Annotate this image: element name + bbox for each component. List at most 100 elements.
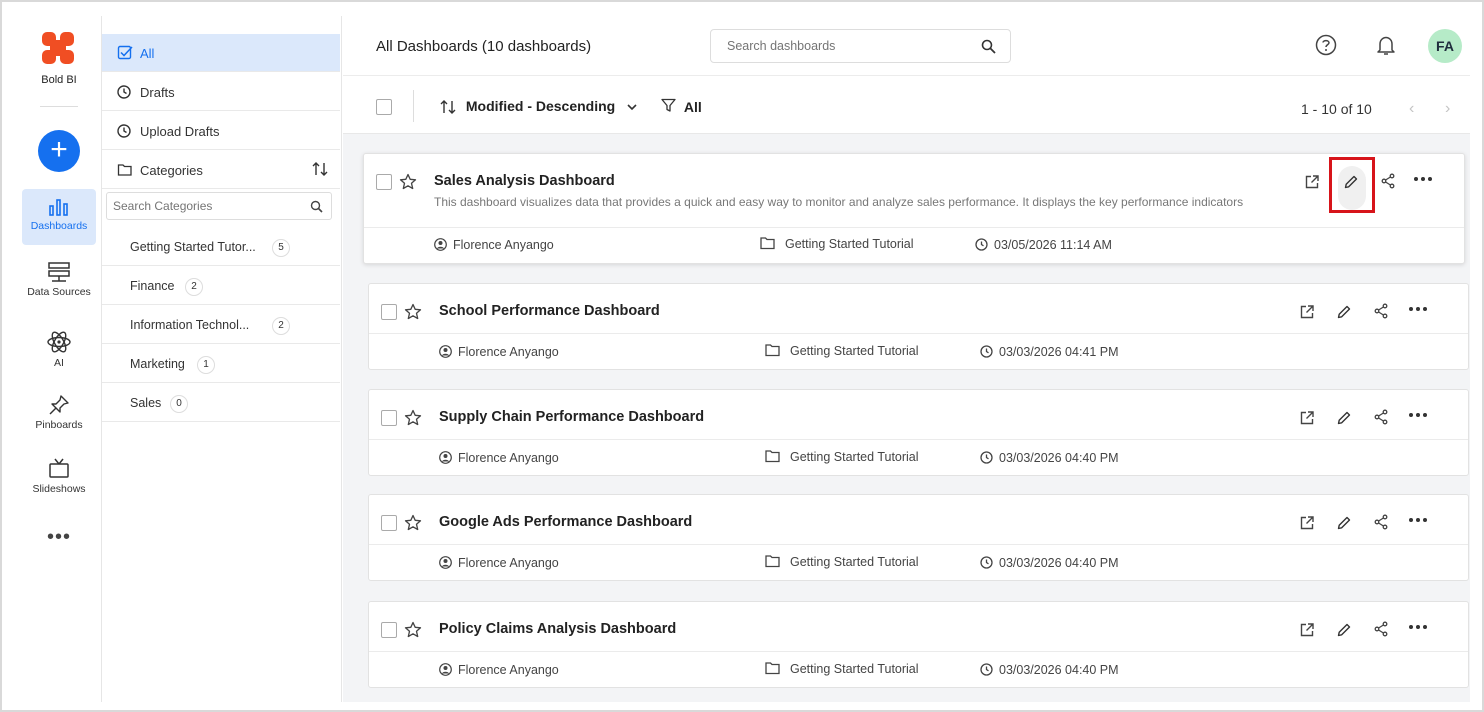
select-all-checkbox[interactable] (376, 99, 392, 115)
search-icon[interactable] (981, 39, 996, 54)
clock-icon (117, 124, 131, 138)
more-options-icon[interactable] (1408, 624, 1428, 630)
user-icon (439, 345, 452, 358)
sort-dropdown[interactable]: Modified - Descending (440, 98, 639, 115)
dashboard-owner: Florence Anyango (439, 663, 559, 677)
category-item-label: Sales (130, 396, 162, 410)
folder-icon (117, 164, 132, 176)
previous-page-button[interactable]: ‹ (1409, 100, 1414, 118)
bar-chart-icon (49, 199, 68, 216)
dashboard-card[interactable]: Supply Chain Performance Dashboard Flore… (368, 389, 1469, 476)
share-icon[interactable] (1380, 173, 1396, 189)
star-icon[interactable] (404, 514, 422, 532)
dashboard-card[interactable]: Sales Analysis Dashboard This dashboard … (363, 153, 1465, 264)
category-panel: All Drafts Upload Drafts Categories Sear… (102, 16, 342, 702)
category-count-badge: 0 (170, 395, 188, 413)
edit-pencil-icon[interactable] (1336, 515, 1352, 531)
more-options-icon[interactable] (1408, 412, 1428, 418)
categories-header: Categories (102, 151, 340, 189)
dashboard-modified: 03/03/2026 04:40 PM (980, 556, 1119, 570)
dashboard-title[interactable]: School Performance Dashboard (439, 303, 660, 319)
more-options-icon[interactable] (1413, 176, 1433, 182)
clock-icon (117, 85, 131, 99)
user-avatar[interactable]: FA (1428, 29, 1462, 63)
list-toolbar: Modified - Descending All 1 - 10 of 10 ‹… (343, 76, 1470, 134)
open-external-icon[interactable] (1299, 410, 1315, 426)
category-item[interactable]: Information Technol... 2 (102, 305, 340, 344)
category-item[interactable]: Marketing 1 (102, 344, 340, 383)
nav-item-pinboards[interactable]: Pinboards (22, 386, 96, 442)
nav-item-slideshows[interactable]: Slideshows (22, 450, 96, 506)
dashboard-owner: Florence Anyango (439, 556, 559, 570)
sort-icon[interactable] (312, 161, 328, 177)
filter-all[interactable]: All (102, 34, 340, 72)
dashboard-category: Getting Started Tutorial (765, 449, 919, 464)
more-nav-button[interactable]: ••• (16, 526, 102, 549)
dashboard-modified: 03/03/2026 04:40 PM (980, 451, 1119, 465)
user-icon (439, 556, 452, 569)
edit-pencil-icon[interactable] (1343, 174, 1359, 190)
nav-item-data-sources[interactable]: Data Sources (22, 253, 96, 309)
dashboard-search-input[interactable] (711, 30, 961, 62)
dashboard-owner: Florence Anyango (439, 345, 559, 359)
dashboard-card[interactable]: School Performance Dashboard Florence An… (368, 283, 1469, 370)
bell-icon[interactable] (1375, 34, 1397, 56)
share-icon[interactable] (1373, 621, 1389, 637)
more-options-icon[interactable] (1408, 306, 1428, 312)
filter-upload-drafts[interactable]: Upload Drafts (102, 112, 340, 150)
help-icon[interactable] (1315, 34, 1337, 56)
dashboard-checkbox[interactable] (376, 174, 392, 190)
category-search[interactable] (106, 192, 332, 220)
dashboard-title[interactable]: Supply Chain Performance Dashboard (439, 409, 704, 425)
owner-name: Florence Anyango (458, 345, 559, 359)
edit-pencil-icon[interactable] (1336, 410, 1352, 426)
filter-drafts[interactable]: Drafts (102, 73, 340, 111)
filter-dropdown[interactable]: All (661, 98, 702, 115)
category-search-input[interactable] (107, 193, 297, 219)
user-icon (439, 451, 452, 464)
open-external-icon[interactable] (1299, 515, 1315, 531)
next-page-button[interactable]: › (1445, 100, 1450, 118)
dashboard-modified: 03/03/2026 04:41 PM (980, 345, 1119, 359)
bold-bi-logo[interactable] (40, 30, 76, 66)
category-item[interactable]: Finance 2 (102, 266, 340, 305)
open-external-icon[interactable] (1299, 622, 1315, 638)
category-item-label: Marketing (130, 357, 185, 371)
star-icon[interactable] (404, 621, 422, 639)
dashboard-title[interactable]: Sales Analysis Dashboard (434, 173, 615, 189)
clock-icon (980, 556, 993, 569)
dashboard-title[interactable]: Policy Claims Analysis Dashboard (439, 621, 676, 637)
edit-pencil-icon[interactable] (1336, 304, 1352, 320)
category-item[interactable]: Sales 0 (102, 383, 340, 422)
share-icon[interactable] (1373, 303, 1389, 319)
open-external-icon[interactable] (1304, 174, 1320, 190)
share-icon[interactable] (1373, 514, 1389, 530)
nav-item-dashboards[interactable]: Dashboards (22, 189, 96, 245)
dashboard-checkbox[interactable] (381, 622, 397, 638)
dashboard-checkbox[interactable] (381, 410, 397, 426)
dashboard-checkbox[interactable] (381, 304, 397, 320)
owner-name: Florence Anyango (458, 451, 559, 465)
dashboard-card[interactable]: Google Ads Performance Dashboard Florenc… (368, 494, 1469, 581)
category-count-badge: 1 (197, 356, 215, 374)
share-icon[interactable] (1373, 409, 1389, 425)
filter-upload-drafts-label: Upload Drafts (140, 124, 220, 139)
dashboard-search[interactable] (710, 29, 1011, 63)
nav-item-ai[interactable]: AI (22, 322, 96, 378)
dashboard-owner: Florence Anyango (434, 238, 554, 252)
create-new-button[interactable]: + (38, 130, 80, 172)
open-external-icon[interactable] (1299, 304, 1315, 320)
clock-icon (980, 451, 993, 464)
rail-divider (40, 106, 78, 107)
star-icon[interactable] (404, 409, 422, 427)
edit-pencil-icon[interactable] (1336, 622, 1352, 638)
star-icon[interactable] (404, 303, 422, 321)
category-item[interactable]: Getting Started Tutor... 5 (102, 227, 340, 266)
dashboard-checkbox[interactable] (381, 515, 397, 531)
more-options-icon[interactable] (1408, 517, 1428, 523)
dashboard-card[interactable]: Policy Claims Analysis Dashboard Florenc… (368, 601, 1469, 688)
pin-icon (49, 395, 69, 415)
sort-icon (440, 100, 456, 115)
dashboard-title[interactable]: Google Ads Performance Dashboard (439, 514, 692, 530)
star-icon[interactable] (399, 173, 417, 191)
